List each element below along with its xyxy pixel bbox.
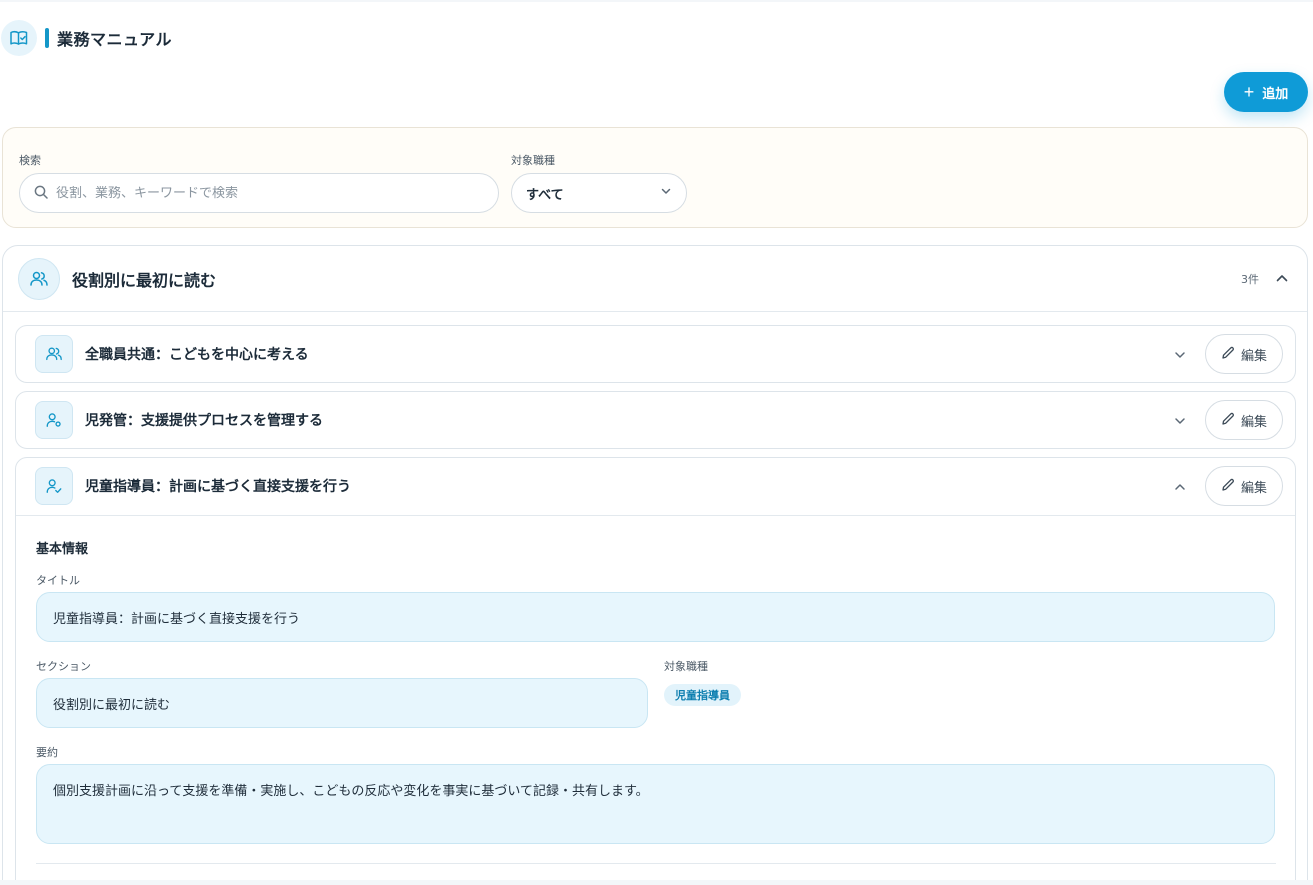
pencil-icon: [1221, 478, 1235, 495]
edit-button[interactable]: 編集: [1205, 400, 1283, 440]
job-chip: 児童指導員: [664, 684, 741, 706]
divider: [36, 863, 1276, 864]
search-label: 検索: [19, 154, 41, 167]
job-label: 対象職種: [664, 660, 708, 673]
item-header[interactable]: 児童指導員：計画に基づく直接支援を行う: [16, 458, 1295, 514]
user-check-icon: [35, 467, 73, 505]
manual-item-expanded: 児童指導員：計画に基づく直接支援を行う 編集 基本情報 タイトル 児童指導員：計…: [15, 457, 1296, 880]
title-accent-bar: [45, 28, 49, 48]
chevron-up-icon[interactable]: [1173, 479, 1187, 498]
job-filter-label: 対象職種: [511, 154, 555, 167]
summary-label: 要約: [36, 746, 58, 759]
item-title: 児童指導員：計画に基づく直接支援を行う: [85, 479, 351, 495]
edit-button-label: 編集: [1240, 479, 1267, 495]
pencil-icon: [1221, 346, 1235, 363]
edit-button[interactable]: 編集: [1205, 466, 1283, 506]
item-detail: 基本情報 タイトル 児童指導員：計画に基づく直接支援を行う セクション 役割別に…: [16, 515, 1295, 864]
detail-heading: 基本情報: [36, 542, 89, 557]
page-header: 業務マニュアル: [0, 20, 172, 56]
search-input[interactable]: [56, 185, 476, 201]
item-header[interactable]: 全職員共通：こどもを中心に考える: [16, 326, 1295, 382]
chevron-down-icon[interactable]: [1173, 347, 1187, 366]
section-card: 役割別に最初に読む 3件 全職員共通：こどもを中心に考える 編集 児発管：支援提…: [2, 245, 1308, 880]
section-count: 3件: [1241, 273, 1259, 286]
edit-button-label: 編集: [1240, 413, 1267, 429]
users-icon: [18, 257, 60, 300]
add-button[interactable]: + 追加: [1224, 72, 1308, 112]
job-filter-select[interactable]: すべて: [511, 173, 687, 213]
item-title: 全職員共通：こどもを中心に考える: [85, 347, 309, 363]
section-header[interactable]: 役割別に最初に読む: [3, 246, 1307, 312]
filter-panel: 検索 対象職種 すべて: [2, 127, 1308, 228]
manual-page: 業務マニュアル + 追加 検索 対象職種 すべて: [0, 2, 1313, 880]
job-filter-value: すべて: [526, 187, 564, 203]
search-field[interactable]: [19, 173, 499, 213]
users-icon: [35, 335, 73, 373]
title-field[interactable]: 児童指導員：計画に基づく直接支援を行う: [36, 592, 1275, 642]
summary-field[interactable]: 個別支援計画に沿って支援を準備・実施し、こどもの反応や変化を事実に基づいて記録・…: [36, 764, 1275, 844]
plus-icon: +: [1243, 82, 1255, 102]
edit-button-label: 編集: [1240, 347, 1267, 363]
page-title: 業務マニュアル: [57, 30, 173, 49]
chevron-down-icon: [660, 185, 672, 201]
search-icon: [34, 184, 48, 203]
manual-item: 全職員共通：こどもを中心に考える 編集: [15, 325, 1296, 383]
pencil-icon: [1221, 412, 1235, 429]
chevron-up-icon[interactable]: [1275, 270, 1289, 289]
item-title: 児発管：支援提供プロセスを管理する: [85, 413, 323, 429]
item-header[interactable]: 児発管：支援提供プロセスを管理する: [16, 392, 1295, 448]
title-label: タイトル: [36, 574, 80, 587]
add-button-label: 追加: [1262, 85, 1289, 101]
manual-item: 児発管：支援提供プロセスを管理する 編集: [15, 391, 1296, 449]
section-label: セクション: [36, 660, 91, 673]
user-gear-icon: [35, 401, 73, 439]
section-title: 役割別に最初に読む: [72, 270, 217, 290]
edit-button[interactable]: 編集: [1205, 334, 1283, 374]
book-check-icon: [1, 20, 37, 56]
section-field[interactable]: 役割別に最初に読む: [36, 678, 648, 728]
chevron-down-icon[interactable]: [1173, 413, 1187, 432]
